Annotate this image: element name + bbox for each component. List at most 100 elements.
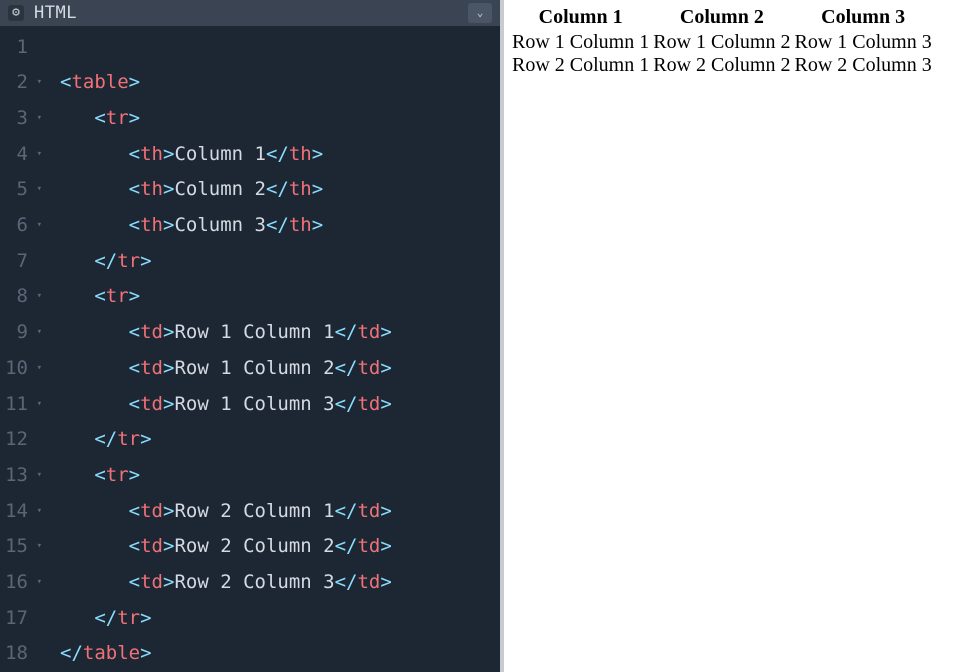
gutter-line: 14▾ <box>0 494 42 530</box>
code-token-bracket: </ <box>335 321 358 343</box>
fold-marker-icon[interactable]: ▾ <box>32 101 42 137</box>
code-token-tag: td <box>140 571 163 593</box>
code-token-tag: th <box>289 214 312 236</box>
code-token-bracket: > <box>380 393 391 415</box>
line-number: 10 <box>5 351 28 387</box>
code-token-bracket: </ <box>60 642 83 664</box>
code-line[interactable]: </tr> <box>60 422 500 458</box>
editor-title: HTML <box>34 3 77 23</box>
code-token-bracket: > <box>129 71 140 93</box>
code-line[interactable]: <th>Column 2</th> <box>60 172 500 208</box>
gutter-line: 13▾ <box>0 458 42 494</box>
line-number: 12 <box>5 422 28 458</box>
code-token-bracket: > <box>129 107 140 129</box>
code-line[interactable]: <tr> <box>60 101 500 137</box>
code-token-bracket: </ <box>335 393 358 415</box>
fold-marker-icon[interactable]: ▾ <box>32 458 42 494</box>
gutter-line: 16▾ <box>0 565 42 601</box>
fold-marker-icon[interactable]: ▾ <box>32 565 42 601</box>
line-number: 4 <box>6 137 28 173</box>
code-token-bracket: < <box>129 178 140 200</box>
preview-panel: Column 1Column 2Column 3 Row 1 Column 1R… <box>500 0 970 672</box>
code-token-bracket: > <box>163 500 174 522</box>
code-area[interactable]: 12▾3▾4▾5▾6▾78▾9▾10▾11▾1213▾14▾15▾16▾1718… <box>0 26 500 672</box>
code-token-bracket: </ <box>94 428 117 450</box>
table-header-row: Column 1Column 2Column 3 <box>510 6 934 31</box>
code-token-bracket: > <box>312 214 323 236</box>
code-token-text: Row 1 Column 2 <box>174 357 334 379</box>
code-line[interactable]: </tr> <box>60 244 500 280</box>
code-token-bracket: </ <box>266 214 289 236</box>
code-token-tag: td <box>357 321 380 343</box>
code-token-bracket: </ <box>266 178 289 200</box>
code-token-bracket: > <box>380 357 391 379</box>
code-token-tag: td <box>140 535 163 557</box>
code-line[interactable]: <td>Row 1 Column 3</td> <box>60 387 500 423</box>
fold-marker-icon[interactable]: ▾ <box>32 529 42 565</box>
line-number: 17 <box>5 601 28 637</box>
fold-marker-icon[interactable]: ▾ <box>32 494 42 530</box>
code-token-text: Row 1 Column 1 <box>174 321 334 343</box>
code-token-tag: table <box>83 642 140 664</box>
code-content[interactable]: <table> <tr> <th>Column 1</th> <th>Colum… <box>50 30 500 672</box>
fold-marker-icon[interactable]: ▾ <box>32 172 42 208</box>
code-token-text: Column 1 <box>174 143 266 165</box>
code-token-text: Column 2 <box>174 178 266 200</box>
code-line[interactable]: </table> <box>60 636 500 672</box>
code-token-bracket: > <box>380 321 391 343</box>
code-line[interactable]: <th>Column 1</th> <box>60 137 500 173</box>
gutter-line: 17 <box>0 601 42 637</box>
code-token-tag: tr <box>106 464 129 486</box>
fold-marker-icon[interactable]: ▾ <box>32 351 42 387</box>
fold-marker-icon[interactable]: ▾ <box>32 208 42 244</box>
code-token-tag: td <box>357 357 380 379</box>
gutter-line: 9▾ <box>0 315 42 351</box>
code-token-bracket: > <box>129 285 140 307</box>
code-line[interactable]: <td>Row 2 Column 3</td> <box>60 565 500 601</box>
fold-marker-icon[interactable]: ▾ <box>32 315 42 351</box>
line-number: 3 <box>6 101 28 137</box>
code-token-text: Row 2 Column 1 <box>174 500 334 522</box>
editor-dropdown-button[interactable]: ⌄ <box>468 3 492 23</box>
code-token-tag: th <box>140 143 163 165</box>
code-token-bracket: < <box>129 143 140 165</box>
fold-marker-icon[interactable]: ▾ <box>32 65 42 101</box>
code-line[interactable]: <td>Row 1 Column 2</td> <box>60 351 500 387</box>
code-token-bracket: > <box>312 143 323 165</box>
gutter-line: 11▾ <box>0 387 42 423</box>
fold-marker-icon[interactable]: ▾ <box>32 279 42 315</box>
fold-marker-icon[interactable]: ▾ <box>32 137 42 173</box>
code-token-tag: td <box>140 321 163 343</box>
table-header-cell: Column 2 <box>651 6 792 31</box>
table-cell: Row 2 Column 3 <box>793 54 934 77</box>
code-line[interactable]: <td>Row 1 Column 1</td> <box>60 315 500 351</box>
fold-marker-icon[interactable]: ▾ <box>32 387 42 423</box>
code-line[interactable]: <table> <box>60 65 500 101</box>
table-cell: Row 1 Column 2 <box>651 31 792 54</box>
code-token-bracket: > <box>140 607 151 629</box>
code-token-tag: td <box>357 571 380 593</box>
code-line[interactable]: <td>Row 2 Column 1</td> <box>60 494 500 530</box>
gutter-line: 4▾ <box>0 137 42 173</box>
code-token-tag: td <box>357 535 380 557</box>
code-token-bracket: < <box>94 464 105 486</box>
code-line[interactable]: <th>Column 3</th> <box>60 208 500 244</box>
code-line[interactable] <box>60 30 500 66</box>
code-token-bracket: > <box>129 464 140 486</box>
gutter-line: 2▾ <box>0 65 42 101</box>
line-number: 1 <box>6 30 28 66</box>
code-token-bracket: </ <box>335 357 358 379</box>
code-line[interactable]: <tr> <box>60 458 500 494</box>
table-row: Row 1 Column 1Row 1 Column 2Row 1 Column… <box>510 31 934 54</box>
code-token-tag: table <box>71 71 128 93</box>
code-token-text: Row 2 Column 2 <box>174 535 334 557</box>
code-line[interactable]: <td>Row 2 Column 2</td> <box>60 529 500 565</box>
code-line[interactable]: </tr> <box>60 601 500 637</box>
code-token-tag: tr <box>106 285 129 307</box>
line-number: 7 <box>6 244 28 280</box>
gutter-line: 15▾ <box>0 529 42 565</box>
gear-icon[interactable]: ⚙ <box>8 5 24 21</box>
code-token-bracket: < <box>129 571 140 593</box>
code-line[interactable]: <tr> <box>60 279 500 315</box>
code-token-bracket: > <box>380 535 391 557</box>
